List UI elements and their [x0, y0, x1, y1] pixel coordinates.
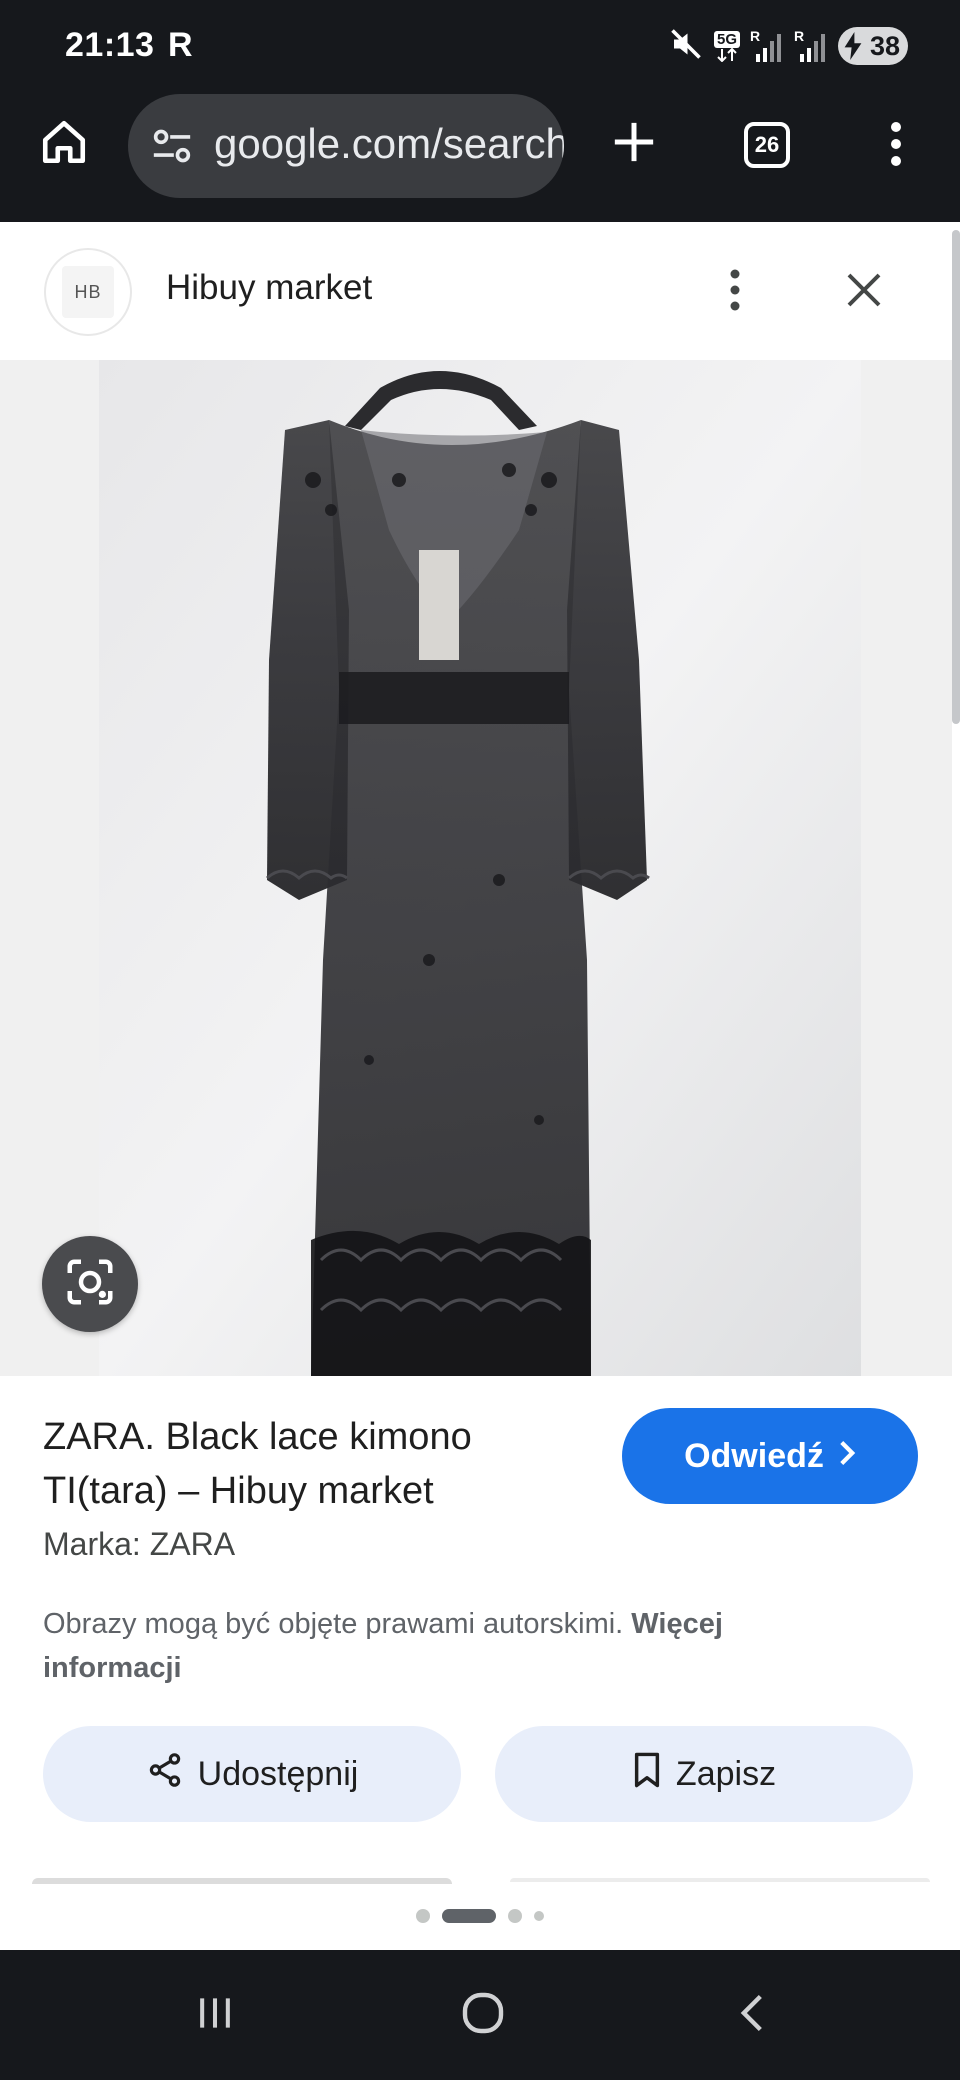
- url-text: google.com/search: [214, 120, 564, 167]
- pager-dot-active[interactable]: [442, 1909, 496, 1923]
- home-icon: [39, 117, 89, 172]
- source-options-button[interactable]: [720, 264, 750, 320]
- source-header: HB Hibuy market: [0, 222, 952, 360]
- home-nav-button[interactable]: [448, 1980, 518, 2050]
- status-bar: 21:13 R 5G R R 38: [0, 0, 960, 92]
- home-circle-icon: [459, 1989, 507, 2042]
- lens-icon: [63, 1255, 117, 1314]
- plus-icon: [611, 119, 657, 170]
- brand-line: Marka: ZARA: [43, 1526, 236, 1562]
- signal-icon: R: [794, 28, 828, 64]
- favicon-text: HB: [62, 266, 114, 318]
- battery-level: 38: [869, 30, 900, 61]
- close-icon: [844, 270, 884, 315]
- system-navigation-bar: [0, 1950, 960, 2080]
- share-icon: [146, 1751, 184, 1798]
- recents-icon: [193, 1991, 237, 2040]
- tab-switcher-button[interactable]: 26: [744, 122, 790, 168]
- tune-icon[interactable]: [150, 126, 194, 171]
- action-row: Udostępnij Zapisz: [43, 1726, 913, 1822]
- product-image[interactable]: [99, 360, 861, 1376]
- close-button[interactable]: [836, 264, 892, 320]
- pager-dot[interactable]: [416, 1909, 430, 1923]
- image-viewer-panel: HB Hibuy market ZARA. Black lace kimono …: [0, 222, 960, 1950]
- copyright-notice: Obrazy mogą być objęte prawami autorskim…: [43, 1602, 823, 1690]
- visit-button[interactable]: Odwiedź: [622, 1408, 918, 1504]
- more-vert-icon: [890, 121, 902, 172]
- network-5g-icon: 5G: [713, 30, 740, 62]
- source-favicon[interactable]: HB: [44, 248, 132, 336]
- mute-icon: [668, 26, 704, 67]
- image-preview[interactable]: [0, 360, 952, 1376]
- related-result-card[interactable]: [32, 1878, 452, 1884]
- network-label: 5G: [713, 30, 740, 48]
- visit-label: Odwiedź: [684, 1436, 824, 1475]
- copyright-text: Obrazy mogą być objęte prawami autorskim…: [43, 1608, 624, 1640]
- browser-menu-button[interactable]: [876, 118, 916, 174]
- google-lens-button[interactable]: [42, 1236, 138, 1332]
- status-indicator: R: [168, 26, 193, 64]
- source-name[interactable]: Hibuy market: [166, 268, 372, 308]
- save-label: Zapisz: [675, 1754, 777, 1793]
- scrollbar[interactable]: [952, 222, 960, 1950]
- home-button[interactable]: [36, 116, 92, 172]
- recent-apps-button[interactable]: [180, 1980, 250, 2050]
- new-tab-button[interactable]: [604, 114, 664, 174]
- more-vert-icon: [729, 268, 741, 317]
- share-label: Udostępnij: [197, 1754, 359, 1793]
- scrollbar-thumb[interactable]: [952, 230, 960, 724]
- pager-dot[interactable]: [534, 1911, 544, 1921]
- related-result-card[interactable]: [510, 1878, 930, 1882]
- browser-chrome: 21:13 R 5G R R 38 google.com/search 26: [0, 0, 960, 222]
- status-time: 21:13: [65, 26, 155, 64]
- back-button[interactable]: [718, 1980, 788, 2050]
- chevron-right-icon: [838, 1437, 856, 1476]
- pager-dot[interactable]: [508, 1909, 522, 1923]
- result-pager: [0, 1908, 960, 1924]
- tab-count: 26: [754, 132, 780, 157]
- share-button[interactable]: Udostępnij: [43, 1726, 461, 1822]
- battery-charging-icon: 38: [838, 27, 908, 65]
- status-icons: 5G R R 38: [668, 24, 908, 68]
- save-button[interactable]: Zapisz: [495, 1726, 913, 1822]
- address-bar[interactable]: google.com/search: [128, 94, 564, 198]
- signal-icon: R: [750, 28, 784, 64]
- product-title[interactable]: ZARA. Black lace kimono TI(tara) – Hibuy…: [43, 1410, 583, 1518]
- bookmark-icon: [632, 1751, 662, 1798]
- browser-toolbar: google.com/search 26: [0, 92, 960, 222]
- back-icon: [731, 1991, 775, 2040]
